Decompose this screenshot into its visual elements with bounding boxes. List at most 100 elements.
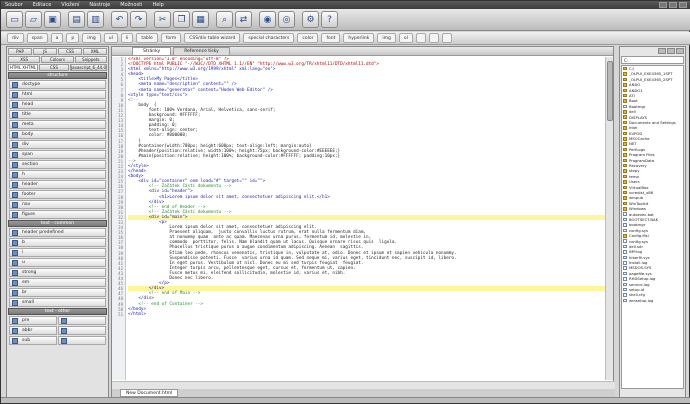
tab-pages[interactable]: Stránky bbox=[132, 47, 172, 55]
tab-html-xhtml[interactable]: HTML XHTML bbox=[8, 64, 38, 71]
menu-insert[interactable]: Vložení bbox=[61, 2, 79, 8]
tab-css-2[interactable]: CSS bbox=[38, 64, 69, 71]
new-file-icon[interactable]: ▭ bbox=[6, 11, 23, 28]
snippet-button[interactable]: img bbox=[82, 33, 101, 43]
snippet-button[interactable]: form bbox=[160, 33, 182, 43]
snippet-item[interactable]: meta bbox=[9, 120, 106, 129]
snippet-button[interactable]: ol bbox=[398, 33, 413, 43]
snippet-button[interactable]: span bbox=[26, 33, 48, 43]
tab-snippets[interactable]: Snippets bbox=[74, 56, 107, 63]
snippet-item[interactable]: html bbox=[9, 90, 106, 99]
snippet-item[interactable]: header predefined bbox=[9, 228, 106, 237]
snippet-item[interactable]: i bbox=[9, 248, 106, 257]
snippet-item[interactable]: pre bbox=[9, 316, 57, 325]
text-other-header[interactable]: text - other bbox=[8, 308, 107, 315]
folder-icon bbox=[623, 180, 627, 184]
snippet-item[interactable]: nav bbox=[9, 200, 106, 209]
snippet-item[interactable]: head bbox=[9, 100, 106, 109]
settings-icon[interactable]: ⚙ bbox=[302, 11, 319, 28]
snippet-item[interactable]: figure bbox=[9, 210, 106, 219]
document-tab[interactable]: New Document.html bbox=[120, 389, 179, 397]
tab-xss[interactable]: XSS bbox=[8, 56, 41, 63]
snippet-item[interactable] bbox=[57, 336, 106, 345]
menu-edit[interactable]: Editace bbox=[33, 2, 52, 8]
tab-colours[interactable]: Colours bbox=[41, 56, 74, 63]
folder-up-icon[interactable] bbox=[658, 48, 666, 54]
snippet-button[interactable] bbox=[428, 33, 439, 43]
drive-selector[interactable]: C: bbox=[621, 56, 684, 64]
line-number: 51 bbox=[118, 311, 123, 317]
text-common-header[interactable]: text - common bbox=[8, 220, 107, 227]
scrollbar-thumb[interactable] bbox=[607, 61, 613, 121]
snippet-item[interactable]: em bbox=[9, 278, 106, 287]
snippet-item[interactable]: sub bbox=[9, 336, 57, 345]
horizontal-scrollbar[interactable] bbox=[112, 381, 615, 389]
tab-javascript[interactable]: Javascript_6_44.0 bbox=[69, 64, 107, 71]
refresh-icon[interactable] bbox=[667, 48, 675, 54]
print-icon[interactable]: ▥ bbox=[87, 11, 104, 28]
menu-help[interactable]: Help bbox=[152, 2, 163, 8]
structure-header[interactable]: structure bbox=[8, 72, 107, 79]
cut-icon[interactable]: ✂ bbox=[154, 11, 171, 28]
snippet-item[interactable]: abbr bbox=[9, 326, 57, 335]
close-panel-icon[interactable] bbox=[676, 48, 684, 54]
snippet-button[interactable] bbox=[415, 33, 426, 43]
save-all-icon[interactable]: ▤ bbox=[68, 11, 85, 28]
save-icon[interactable]: ▣ bbox=[44, 11, 61, 28]
tab-js[interactable]: JS bbox=[33, 48, 57, 55]
tab-reference[interactable]: Reference tisky bbox=[173, 47, 230, 55]
close-button[interactable] bbox=[679, 2, 687, 8]
file-item[interactable]: wmsetup.log bbox=[622, 298, 683, 303]
snippet-item[interactable]: doctype bbox=[9, 80, 106, 89]
snippet-item[interactable]: h bbox=[9, 170, 106, 179]
snippet-button[interactable]: img bbox=[377, 33, 396, 43]
find-icon[interactable]: ⌕ bbox=[216, 11, 233, 28]
snippet-item[interactable]: small bbox=[9, 298, 106, 307]
snippet-item[interactable]: span bbox=[9, 150, 106, 159]
copy-icon[interactable]: ❐ bbox=[173, 11, 190, 28]
open-icon[interactable]: ▱ bbox=[25, 11, 42, 28]
snippet-button[interactable]: div bbox=[7, 33, 24, 43]
vertical-scrollbar[interactable] bbox=[605, 57, 613, 380]
file-icon bbox=[623, 282, 627, 287]
snippet-item[interactable] bbox=[57, 316, 106, 325]
menu-tools[interactable]: Nástroje bbox=[89, 2, 110, 8]
maximize-button[interactable] bbox=[669, 2, 677, 8]
snippet-item[interactable]: body bbox=[9, 130, 106, 139]
snippet-button[interactable]: special characters bbox=[243, 33, 295, 43]
snippet-item[interactable]: footer bbox=[9, 190, 106, 199]
paste-icon[interactable]: ▦ bbox=[192, 11, 209, 28]
menu-file[interactable]: Soubor bbox=[5, 2, 23, 8]
snippet-button[interactable]: font bbox=[321, 33, 341, 43]
menu-options[interactable]: Možnosti bbox=[120, 2, 142, 8]
snippet-button[interactable]: table bbox=[136, 33, 158, 43]
redo-icon[interactable]: ↷ bbox=[130, 11, 147, 28]
snippet-button[interactable]: hyperlink bbox=[343, 33, 375, 43]
snippet-item[interactable]: b bbox=[9, 238, 106, 247]
browser-icon[interactable]: ◎ bbox=[278, 11, 295, 28]
help-icon[interactable]: ? bbox=[321, 11, 338, 28]
snippet-button[interactable]: a bbox=[50, 33, 64, 43]
snippet-item[interactable]: section bbox=[9, 160, 106, 169]
snippet-item[interactable]: u bbox=[9, 258, 106, 267]
undo-icon[interactable]: ↶ bbox=[111, 11, 128, 28]
snippet-button[interactable]: CSS/div table wizard bbox=[184, 33, 241, 43]
tab-xml[interactable]: XML bbox=[83, 48, 107, 55]
snippet-item[interactable]: br bbox=[9, 288, 106, 297]
tab-css[interactable]: CSS bbox=[58, 48, 82, 55]
snippet-button[interactable]: li bbox=[120, 33, 134, 43]
snippet-item[interactable]: div bbox=[9, 140, 106, 149]
snippet-item[interactable]: header bbox=[9, 180, 106, 189]
snippet-item[interactable] bbox=[57, 326, 106, 335]
minimize-button[interactable] bbox=[659, 2, 667, 8]
snippet-button[interactable]: ul bbox=[103, 33, 118, 43]
preview-icon[interactable]: ◉ bbox=[259, 11, 276, 28]
tab-php[interactable]: PHP bbox=[8, 48, 32, 55]
snippet-button[interactable] bbox=[441, 33, 452, 43]
snippet-item[interactable]: title bbox=[9, 110, 106, 119]
replace-icon[interactable]: ⇄ bbox=[235, 11, 252, 28]
snippet-button[interactable]: p bbox=[66, 33, 80, 43]
snippet-button[interactable]: color bbox=[297, 33, 319, 43]
snippet-item[interactable]: strong bbox=[9, 268, 106, 277]
code-area[interactable]: <?xml version="1.0" encoding="utf-8" ?> <… bbox=[128, 57, 606, 380]
